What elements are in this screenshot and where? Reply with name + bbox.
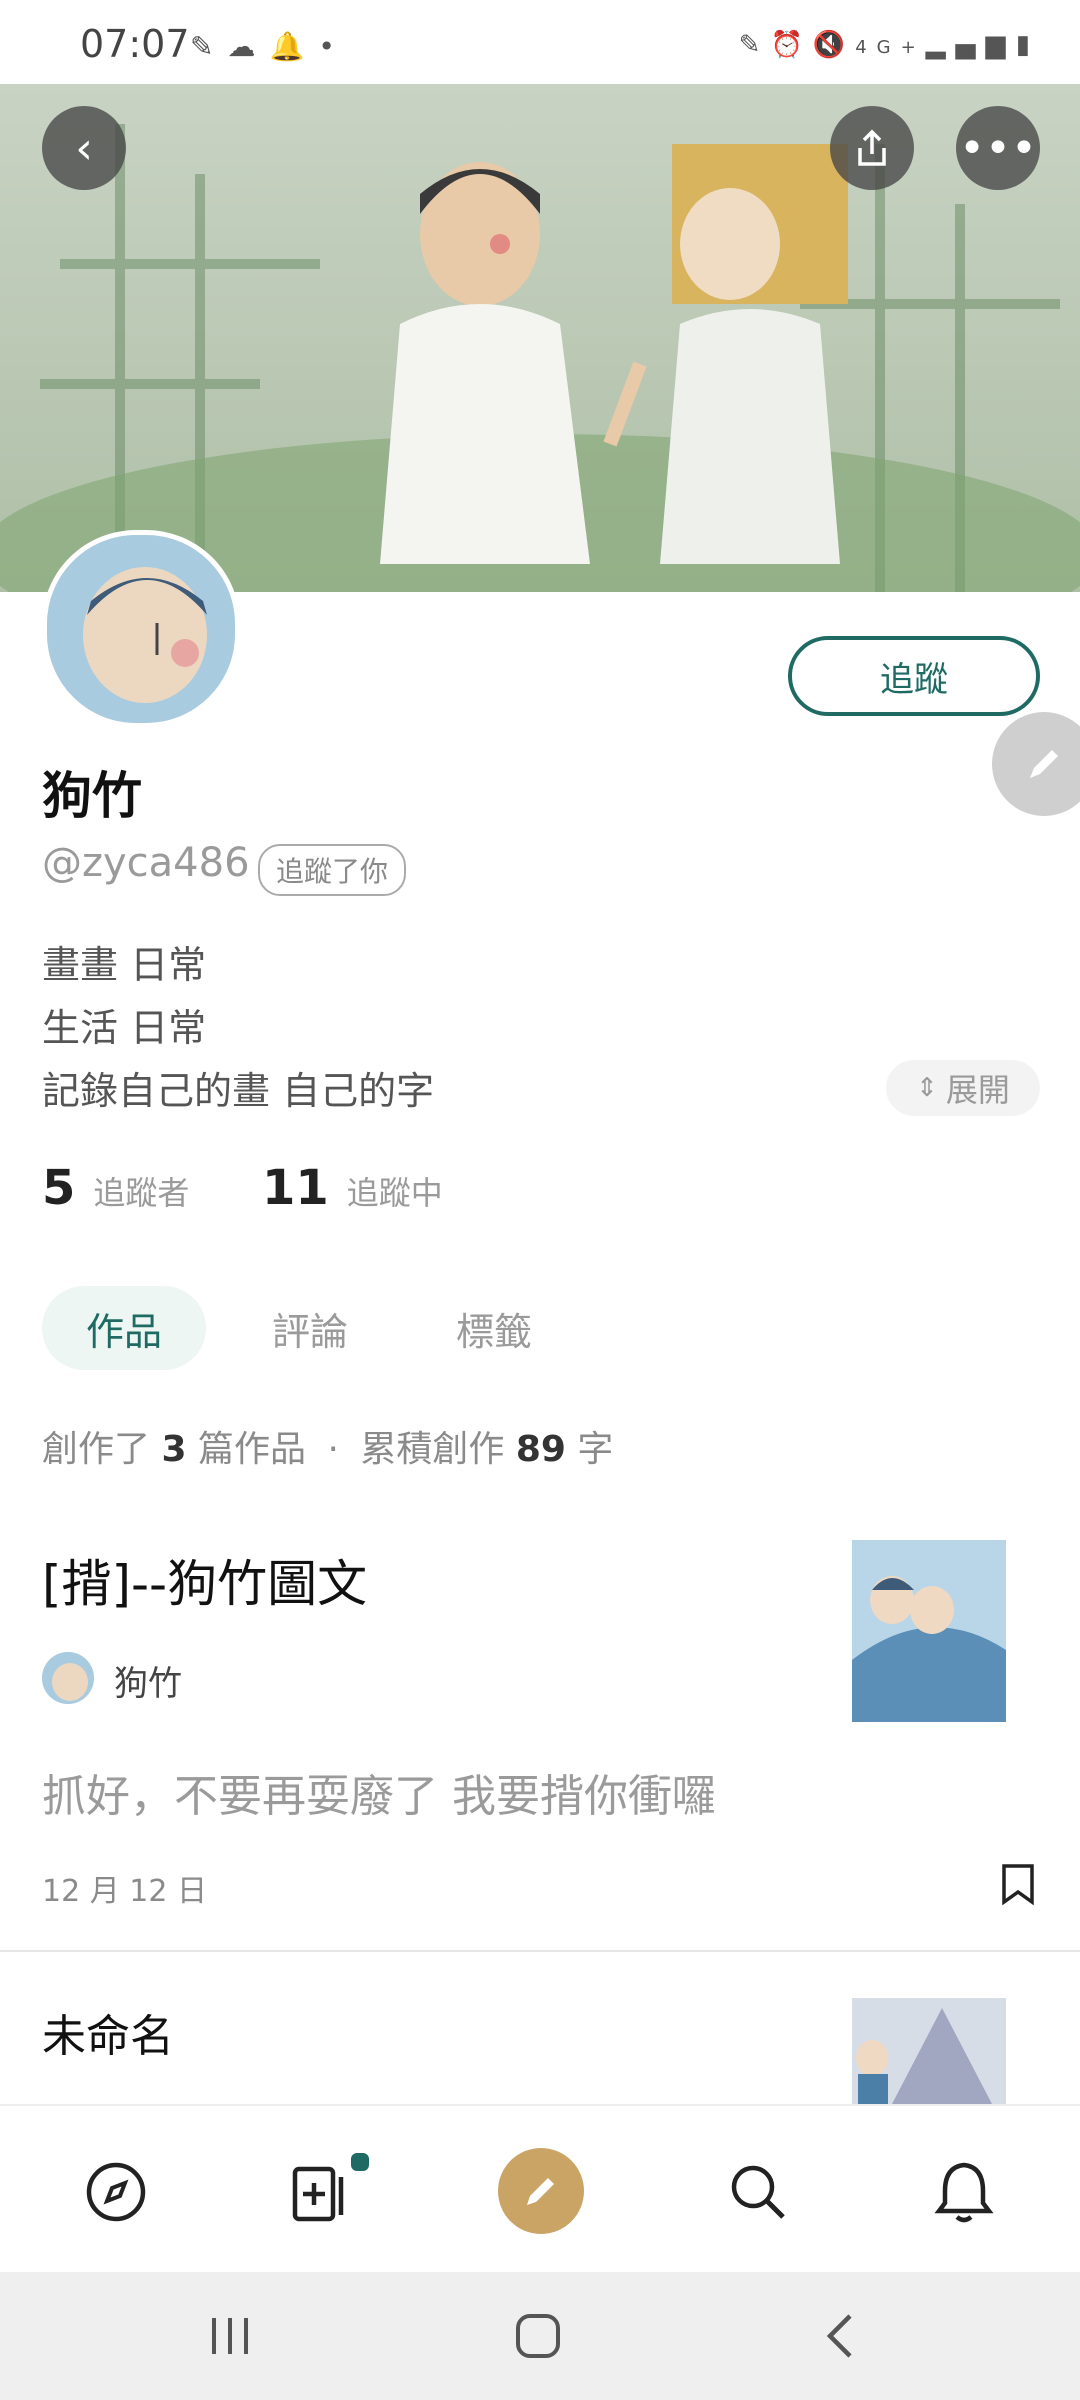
write-icon	[527, 2178, 554, 2205]
recent-apps-button[interactable]	[206, 2312, 254, 2364]
bell-icon: 🔔	[269, 30, 319, 63]
author-name[interactable]: 狗竹	[114, 1656, 182, 1705]
chars-count: 89	[515, 1429, 566, 1470]
bottom-navigation	[0, 2104, 1080, 2274]
status-time: 07:07	[80, 22, 190, 66]
post-thumbnail[interactable]	[852, 1540, 1006, 1722]
signal-icon: ▂▄▆	[925, 30, 1016, 60]
notification-dot	[348, 2150, 372, 2174]
add-post-icon	[292, 2166, 344, 2222]
status-bar: 07:07 ✎☁🔔• ✎⏰🔇4G+▂▄▆▮	[0, 0, 1080, 84]
system-back-icon	[826, 2314, 852, 2358]
cloud-icon: ☁	[227, 30, 270, 63]
back-icon: ‹	[75, 122, 93, 174]
home-icon	[516, 2314, 560, 2358]
alarm-icon: ⏰	[770, 30, 813, 60]
bio-line-1: 畫畫 日常	[42, 943, 207, 987]
nav-write-button[interactable]	[498, 2148, 584, 2234]
home-button[interactable]	[512, 2310, 564, 2366]
more-button[interactable]: •••	[956, 106, 1040, 190]
bio-line-2: 生活 日常	[42, 1006, 207, 1050]
pencil-icon	[1030, 750, 1058, 778]
system-back-button[interactable]	[818, 2310, 862, 2366]
edit-floating-button[interactable]	[992, 712, 1080, 816]
post-divider	[0, 1950, 1080, 1952]
post-title[interactable]: 未命名	[42, 2000, 174, 2064]
follows-you-badge: 追蹤了你	[258, 844, 407, 896]
nav-search[interactable]	[708, 2142, 808, 2242]
search-icon	[731, 2165, 785, 2219]
profile-handle: @zyca486	[42, 840, 250, 886]
nav-explore[interactable]	[66, 2142, 166, 2242]
followers-stat[interactable]: 5 追蹤者	[42, 1160, 189, 1216]
tab-works[interactable]: 作品	[42, 1286, 206, 1370]
recent-apps-icon	[212, 2318, 248, 2354]
mute-icon: 🔇	[812, 30, 856, 60]
bookmark-button[interactable]	[1000, 1862, 1036, 1910]
bio-line-3: 記錄自己的畫 自己的字	[42, 1069, 435, 1113]
post-date: 12 月 12 日	[42, 1874, 207, 1909]
expand-bio-button[interactable]: ⇕ 展開	[886, 1060, 1040, 1116]
profile-avatar[interactable]	[42, 530, 240, 728]
post-thumbnail[interactable]	[852, 1998, 1006, 2104]
compass-icon	[86, 2162, 146, 2222]
more-icon: •••	[959, 122, 1037, 174]
author-avatar[interactable]	[42, 1652, 94, 1704]
share-button[interactable]	[830, 106, 914, 190]
dot-icon: •	[318, 30, 349, 63]
nav-notifications[interactable]	[914, 2142, 1014, 2242]
follow-button[interactable]: 追蹤	[788, 636, 1040, 716]
expand-label: 展開	[945, 1071, 1010, 1109]
tab-comments[interactable]: 評論	[228, 1286, 392, 1370]
following-stat[interactable]: 11 追蹤中	[262, 1160, 443, 1216]
works-count: 3	[161, 1429, 187, 1470]
status-left-icons: ✎☁🔔•	[190, 30, 349, 63]
cover-image	[0, 84, 1080, 592]
status-right-icons: ✎⏰🔇4G+▂▄▆▮	[739, 30, 1040, 60]
post-excerpt: 抓好，不要再耍廢了 我要揹你衝囉	[42, 1771, 716, 1822]
profile-name: 狗竹	[42, 767, 142, 825]
following-count: 11	[262, 1160, 329, 1216]
bookmark-icon	[1002, 1864, 1034, 1906]
notification-icon	[934, 2162, 994, 2223]
works-summary: 創作了 3 篇作品 · 累積創作 89 字	[42, 1429, 614, 1470]
system-navigation-bar	[0, 2272, 1080, 2400]
pen-off-icon: ✎	[738, 30, 771, 60]
following-label: 追蹤中	[346, 1174, 443, 1212]
back-button[interactable]: ‹	[42, 106, 126, 190]
battery-icon: ▮	[1015, 30, 1040, 60]
tab-tags[interactable]: 標籤	[412, 1286, 576, 1370]
followers-count: 5	[42, 1160, 76, 1216]
post-title[interactable]: [揹]--狗竹圖文	[42, 1544, 367, 1616]
share-icon	[858, 129, 886, 166]
chevron-updown-icon: ⇕	[916, 1073, 938, 1103]
edit-icon: ✎	[190, 30, 228, 63]
network-label: 4G+	[855, 37, 926, 58]
followers-label: 追蹤者	[93, 1174, 190, 1212]
nav-add-post[interactable]	[272, 2142, 372, 2242]
